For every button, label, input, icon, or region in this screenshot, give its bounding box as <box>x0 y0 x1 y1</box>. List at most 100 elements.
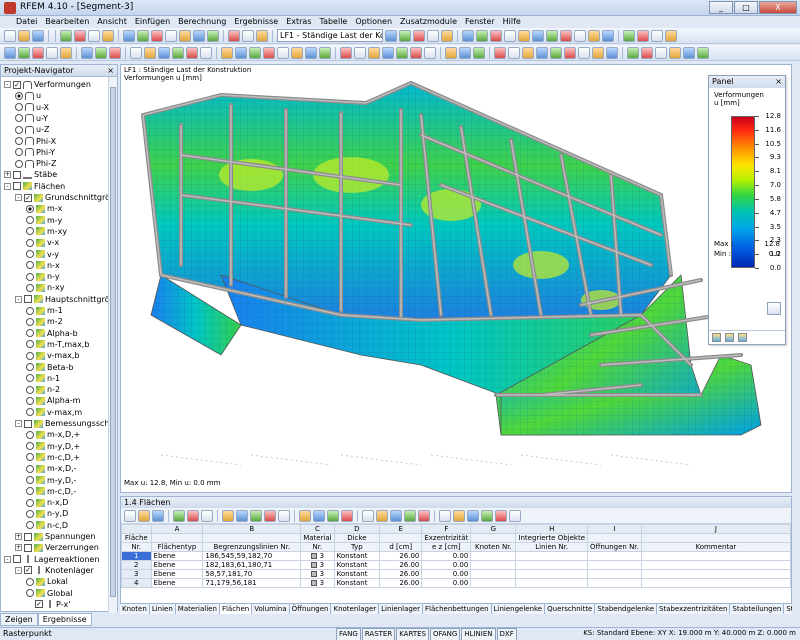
table-tool-icon-2[interactable] <box>152 509 164 522</box>
toolbar-icon-79[interactable] <box>627 46 639 59</box>
table-tool-icon-6[interactable] <box>222 509 234 522</box>
result-radio[interactable] <box>26 238 34 247</box>
tree-item-9[interactable]: - Flächen <box>4 181 65 192</box>
table-row-cell[interactable]: 0.00 <box>421 551 472 561</box>
table-row-cell[interactable]: 0.00 <box>421 578 472 588</box>
expand-toggle-icon[interactable]: - <box>15 566 22 574</box>
status-toggle-0[interactable]: FANG <box>336 628 361 640</box>
toolbar-icon-4[interactable] <box>60 29 72 42</box>
table-tool-icon-16[interactable] <box>376 509 388 522</box>
tree-item-1[interactable]: u <box>15 90 41 101</box>
panel-close-icon[interactable]: × <box>775 76 782 88</box>
table-row-cell[interactable]: 0.00 <box>421 560 472 570</box>
toolbar-icon-59[interactable] <box>319 46 331 59</box>
toolbar-icon-50[interactable] <box>186 46 198 59</box>
close-button[interactable]: X <box>759 1 797 14</box>
toolbar-icon-78[interactable] <box>606 46 618 59</box>
table-row-cell[interactable]: Konstant <box>333 551 381 561</box>
tree-item-28[interactable]: Alpha-m <box>26 395 80 406</box>
tree-item-8[interactable]: + Stäbe <box>4 169 57 180</box>
tab-ergebnisse[interactable]: Ergebnisse <box>37 613 92 626</box>
toolbar-icon-29[interactable] <box>546 29 558 42</box>
table-row-cell[interactable] <box>640 560 792 570</box>
expand-toggle-icon[interactable]: - <box>15 194 22 201</box>
menu-item-2[interactable]: Ansicht <box>93 16 131 28</box>
status-toggle-3[interactable]: OFANG <box>429 628 461 640</box>
tree-item-39[interactable]: n-c,D <box>26 520 68 531</box>
toolbar-icon-9[interactable] <box>137 29 149 42</box>
result-radio[interactable] <box>15 148 23 157</box>
table-tool-icon-23[interactable] <box>481 509 493 522</box>
toolbar-icon-5[interactable] <box>74 29 86 42</box>
model-view[interactable]: LF1 : Ständige Last der Konstruktion Ver… <box>120 64 792 493</box>
result-radio[interactable] <box>26 521 34 530</box>
color-scale-icon[interactable] <box>712 333 721 342</box>
table-row-cell[interactable] <box>515 569 589 579</box>
table-row-cell[interactable]: Konstant <box>333 578 381 588</box>
sheet-tab-12[interactable]: Stabexzentrizitäten <box>657 604 731 614</box>
table-row-cell[interactable]: Konstant <box>333 569 381 579</box>
result-radio[interactable] <box>15 103 23 112</box>
toolbar-icon-80[interactable] <box>641 46 653 59</box>
table-row-cell[interactable]: 26.00 <box>379 578 423 588</box>
expand-toggle-icon[interactable]: - <box>4 81 11 88</box>
table-tool-icon-7[interactable] <box>236 509 248 522</box>
toolbar-icon-69[interactable] <box>473 46 485 59</box>
toolbar-icon-77[interactable] <box>592 46 604 59</box>
toolbar-icon-19[interactable] <box>399 29 411 42</box>
table-tool-icon-22[interactable] <box>467 509 479 522</box>
toolbar-icon-51[interactable] <box>200 46 212 59</box>
table-tool-icon-1[interactable] <box>138 509 150 522</box>
table-row-cell[interactable] <box>587 551 642 561</box>
toolbar-icon-28[interactable] <box>532 29 544 42</box>
tree-item-38[interactable]: n-y,D <box>26 508 68 519</box>
result-radio[interactable] <box>26 317 34 326</box>
sheet-tab-6[interactable]: Knotenlager <box>331 604 380 614</box>
table-row-cell[interactable] <box>470 560 517 570</box>
tree-item-14[interactable]: v-x <box>26 237 59 248</box>
table-tool-icon-8[interactable] <box>250 509 262 522</box>
result-radio[interactable] <box>15 91 23 100</box>
tree-item-30[interactable]: - Bemessungsschr <box>15 418 109 429</box>
tree-item-18[interactable]: n-xy <box>26 282 64 293</box>
toolbar-icon-55[interactable] <box>263 46 275 59</box>
tree-item-26[interactable]: n-1 <box>26 373 60 384</box>
expand-toggle-icon[interactable]: - <box>4 555 11 563</box>
sheet-tab-7[interactable]: Linienlager <box>379 604 423 614</box>
result-radio[interactable] <box>15 137 23 145</box>
table-row-cell[interactable] <box>470 551 517 561</box>
table-row-cell[interactable]: 4 <box>121 578 152 588</box>
table-tool-icon-18[interactable] <box>404 509 416 522</box>
result-radio[interactable] <box>26 498 34 507</box>
table-row-cell[interactable]: 26.00 <box>379 560 423 570</box>
toolbar-icon-63[interactable] <box>382 46 394 59</box>
toolbar-icon-32[interactable] <box>588 29 600 42</box>
result-radio[interactable] <box>26 351 34 360</box>
table-row-cell[interactable]: 3 <box>121 569 152 579</box>
sheet-tab-5[interactable]: Öffnungen <box>290 604 332 614</box>
table-tool-icon-9[interactable] <box>264 509 276 522</box>
deformation-model-graphic[interactable] <box>121 65 792 493</box>
tree-item-42[interactable]: - Lagerreaktionen <box>4 554 99 565</box>
sheet-tab-11[interactable]: Stabendgelenke <box>595 604 658 614</box>
filter-icon[interactable] <box>738 333 747 342</box>
result-radio[interactable] <box>26 363 34 371</box>
toolbar-icon-70[interactable] <box>494 46 506 59</box>
toolbar-icon-65[interactable] <box>410 46 422 59</box>
menu-item-6[interactable]: Extras <box>282 16 315 28</box>
toolbar-icon-16[interactable] <box>242 29 254 42</box>
toolbar-icon-74[interactable] <box>550 46 562 59</box>
expand-toggle-icon[interactable]: + <box>15 544 22 552</box>
result-radio[interactable] <box>26 340 34 349</box>
status-toggle-5[interactable]: DXF <box>496 628 517 640</box>
toolbar-icon-1[interactable] <box>4 29 16 42</box>
toolbar-icon-68[interactable] <box>459 46 471 59</box>
table-row-cell[interactable]: Ebene <box>150 569 204 579</box>
table-row-cell[interactable] <box>515 578 589 588</box>
result-radio[interactable] <box>26 396 34 405</box>
toolbar-icon-67[interactable] <box>445 46 457 59</box>
menu-item-5[interactable]: Ergebnisse <box>230 16 282 28</box>
toolbar-icon-76[interactable] <box>578 46 590 59</box>
menu-item-10[interactable]: Fenster <box>461 16 499 28</box>
toolbar-icon-6[interactable] <box>88 29 100 42</box>
